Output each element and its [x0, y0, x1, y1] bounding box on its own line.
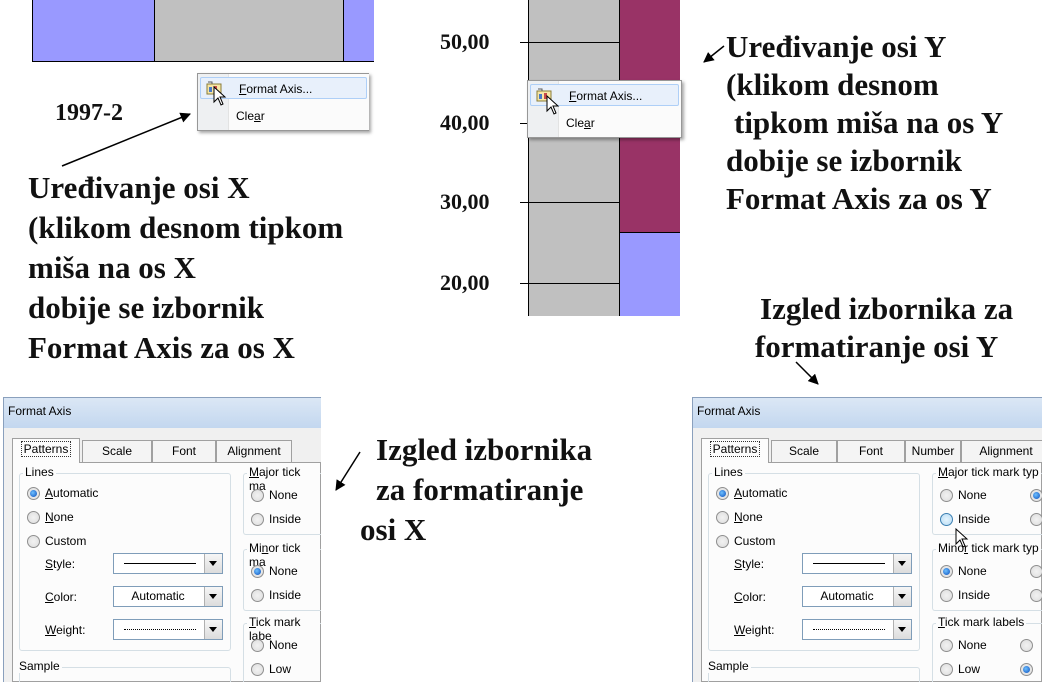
minor-tick-label: Minor tick mark typ	[936, 541, 1041, 555]
tab-scale[interactable]: Scale	[771, 440, 837, 462]
chart-bar-periwinkle	[32, 0, 155, 62]
y-gridline	[520, 283, 620, 284]
radio-labels-low[interactable]: Low	[249, 661, 291, 677]
lines-group-label: Lines	[23, 465, 56, 479]
chevron-down-icon[interactable]	[204, 620, 222, 639]
radio-minor-none[interactable]: None	[249, 563, 298, 579]
annotation-x-axis-edit: Uređivanje osi X (klikom desnom tipkom m…	[28, 170, 344, 365]
radio-labels-next-to-axis[interactable]	[1018, 661, 1038, 677]
mouse-cursor-icon	[955, 528, 969, 548]
chart-bar-grey	[528, 0, 620, 316]
mouse-cursor-icon	[546, 95, 560, 115]
radio-lines-automatic[interactable]: Automatic	[714, 485, 787, 501]
chevron-down-icon[interactable]	[893, 587, 911, 606]
y-gridline	[520, 42, 620, 43]
tab-alignment[interactable]: Alignment	[216, 440, 292, 462]
radio-lines-none[interactable]: None	[714, 509, 763, 525]
format-axis-dialog-x: Format Axis Patterns Scale Font Alignmen…	[3, 397, 321, 682]
tab-patterns[interactable]: Patterns	[12, 438, 80, 463]
sample-group-label: Sample	[706, 659, 751, 673]
annotation-y-menu-look: Izgled izbornika za formatiranje osi Y	[754, 291, 1014, 364]
tab-number[interactable]: Number	[905, 440, 961, 462]
tab-font[interactable]: Font	[152, 440, 216, 462]
y-gridline	[520, 202, 620, 203]
patterns-pane: Lines Automatic None Custom Style: Color…	[701, 462, 1042, 682]
menu-item-label: Format Axis...	[239, 82, 313, 96]
radio-lines-custom[interactable]: Custom	[25, 533, 86, 549]
weight-combo[interactable]	[802, 619, 912, 640]
radio-major-inside[interactable]: Inside	[249, 511, 301, 527]
weight-label: Weight:	[45, 623, 86, 637]
arrow-to-x-dialog	[335, 451, 361, 491]
radio-labels-low[interactable]: Low	[938, 661, 980, 677]
style-label: Style:	[734, 557, 765, 571]
radio-minor-outside[interactable]	[1028, 563, 1042, 579]
chart-bar-periwinkle	[619, 232, 680, 316]
menu-item-clear[interactable]: Clear	[198, 105, 369, 127]
style-label: Style:	[45, 557, 76, 571]
style-combo[interactable]	[113, 553, 223, 574]
chart-bar-periwinkle-right	[343, 0, 374, 62]
color-label: Color:	[734, 590, 767, 604]
y-tick-label: 30,00	[440, 189, 490, 214]
radio-labels-none[interactable]: None	[938, 637, 987, 653]
y-axis-chart-panel: 50,00 40,00 30,00 20,00	[440, 0, 680, 316]
tab-font[interactable]: Font	[837, 440, 905, 462]
tick-labels-label: Tick mark labels	[936, 615, 1027, 629]
color-label: Color:	[45, 590, 78, 604]
dialog-title: Format Axis	[693, 398, 1042, 428]
chevron-down-icon[interactable]	[893, 620, 911, 639]
radio-minor-none[interactable]: None	[938, 563, 987, 579]
x-axis-category-label: 1997-2	[55, 100, 123, 126]
radio-minor-inside[interactable]: Inside	[249, 587, 301, 603]
y-tick-label: 50,00	[440, 29, 490, 54]
weight-label: Weight:	[734, 623, 775, 637]
major-tick-label: Major tick mark typ	[936, 465, 1041, 479]
radio-major-none[interactable]: None	[938, 487, 987, 503]
x-axis-chart-panel	[32, 0, 374, 62]
chevron-down-icon[interactable]	[893, 554, 911, 573]
menu-item-clear[interactable]: Clear	[528, 112, 681, 134]
chevron-down-icon[interactable]	[204, 587, 222, 606]
format-axis-dialog-y: Format Axis Patterns Scale Font Number A…	[692, 397, 1042, 682]
arrow-to-y-axis-menu	[703, 45, 725, 63]
tab-scale[interactable]: Scale	[82, 440, 152, 462]
radio-minor-cross[interactable]	[1028, 587, 1042, 603]
radio-lines-custom[interactable]: Custom	[714, 533, 775, 549]
radio-lines-automatic[interactable]: Automatic	[25, 485, 98, 501]
lines-group-label: Lines	[712, 465, 745, 479]
menu-item-label: Format Axis...	[569, 89, 643, 103]
tab-patterns[interactable]: Patterns	[701, 438, 769, 463]
color-combo[interactable]: Automatic	[802, 586, 912, 607]
radio-labels-none[interactable]: None	[249, 637, 298, 653]
radio-major-cross[interactable]	[1028, 511, 1042, 527]
tab-alignment[interactable]: Alignment	[961, 440, 1042, 462]
radio-lines-none[interactable]: None	[25, 509, 74, 525]
mouse-cursor-icon	[213, 86, 227, 106]
radio-labels-high[interactable]	[1018, 637, 1038, 653]
sample-group-label: Sample	[17, 659, 62, 673]
radio-major-inside[interactable]: Inside	[938, 511, 990, 527]
weight-combo[interactable]	[113, 619, 223, 640]
radio-major-outside[interactable]	[1028, 487, 1042, 503]
menu-item-label: Clear	[566, 116, 595, 130]
chart-bar-grey	[154, 0, 344, 62]
radio-minor-inside[interactable]: Inside	[938, 587, 990, 603]
annotation-y-axis-edit: Uređivanje osi Y (klikom desnom tipkom m…	[726, 29, 1004, 216]
dialog-title: Format Axis	[4, 398, 321, 428]
y-tick-label: 40,00	[440, 110, 490, 135]
style-combo[interactable]	[802, 553, 912, 574]
patterns-pane: Lines Automatic None Custom Style: Color…	[12, 462, 321, 682]
chevron-down-icon[interactable]	[204, 554, 222, 573]
annotation-x-menu-look: Izgled izbornika za formatiranje osi X	[360, 432, 593, 547]
y-tick-label: 20,00	[440, 270, 490, 295]
menu-item-label: Clear	[236, 109, 265, 123]
color-combo[interactable]: Automatic	[113, 586, 223, 607]
y-axis-line[interactable]	[528, 0, 529, 316]
radio-major-none[interactable]: None	[249, 487, 298, 503]
